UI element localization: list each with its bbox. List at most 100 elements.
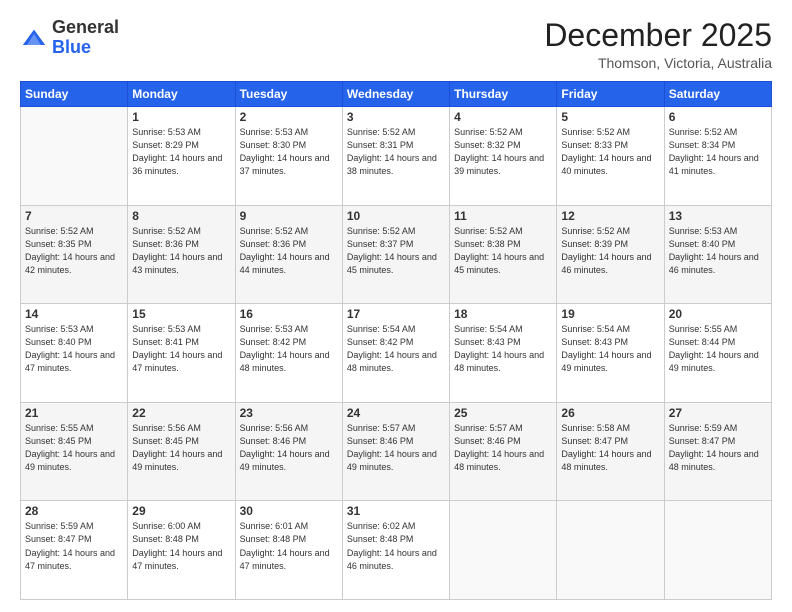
sunset-label: Sunset: 8:46 PM xyxy=(240,436,307,446)
sunset-label: Sunset: 8:31 PM xyxy=(347,140,414,150)
day-info: Sunrise: 6:00 AMSunset: 8:48 PMDaylight:… xyxy=(132,520,230,572)
week-row-3: 14Sunrise: 5:53 AMSunset: 8:40 PMDayligh… xyxy=(21,304,772,403)
sunrise-label: Sunrise: 5:52 AM xyxy=(347,226,416,236)
day-cell: 6 Sunrise: 5:52 AMSunset: 8:34 PMDaylight… xyxy=(664,107,771,206)
day-number: 26 xyxy=(561,406,659,420)
day-info: Sunrise: 5:54 AMSunset: 8:43 PMDaylight:… xyxy=(454,323,552,375)
title-block: December 2025 Thomson, Victoria, Austral… xyxy=(544,18,772,71)
logo-general-text: General xyxy=(52,17,119,37)
day-info: Sunrise: 5:52 AMSunset: 8:35 PMDaylight:… xyxy=(25,225,123,277)
day-number: 23 xyxy=(240,406,338,420)
daylight-label: Daylight: 14 hours and 45 minutes. xyxy=(347,252,437,275)
sunset-label: Sunset: 8:34 PM xyxy=(669,140,736,150)
day-cell: 25 Sunrise: 5:57 AM Sunset: 8:46 PM Dayligh… xyxy=(450,402,557,501)
day-cell: 18 Sunrise: 5:54 AMSunset: 8:43 PMDayligh… xyxy=(450,304,557,403)
day-number: 7 xyxy=(25,209,123,223)
daylight-label: Daylight: 14 hours and 49 minutes. xyxy=(132,449,222,472)
sunrise-label: Sunrise: 5:52 AM xyxy=(454,226,523,236)
sunrise-label: Sunrise: 5:52 AM xyxy=(132,226,201,236)
day-number: 6 xyxy=(669,110,767,124)
location: Thomson, Victoria, Australia xyxy=(544,55,772,71)
day-number: 16 xyxy=(240,307,338,321)
day-cell xyxy=(450,501,557,600)
daylight-label: Daylight: 14 hours and 48 minutes. xyxy=(347,350,437,373)
sunset-label: Sunset: 8:46 PM xyxy=(454,436,521,446)
sunrise-label: Sunrise: 5:54 AM xyxy=(561,324,630,334)
week-row-5: 28Sunrise: 5:59 AMSunset: 8:47 PMDayligh… xyxy=(21,501,772,600)
day-cell: 31Sunrise: 6:02 AMSunset: 8:48 PMDayligh… xyxy=(342,501,449,600)
day-info: Sunrise: 5:55 AMSunset: 8:45 PMDaylight:… xyxy=(25,422,123,474)
sunrise-label: Sunrise: 5:54 AM xyxy=(454,324,523,334)
day-number: 19 xyxy=(561,307,659,321)
day-number: 17 xyxy=(347,307,445,321)
sunset-label: Sunset: 8:36 PM xyxy=(132,239,199,249)
sunrise-label: Sunrise: 5:52 AM xyxy=(25,226,94,236)
weekday-saturday: Saturday xyxy=(664,82,771,107)
day-number: 3 xyxy=(347,110,445,124)
day-info: Sunrise: 5:52 AMSunset: 8:36 PMDaylight:… xyxy=(240,225,338,277)
logo-blue-text: Blue xyxy=(52,37,91,57)
sunset-label: Sunset: 8:38 PM xyxy=(454,239,521,249)
day-info: Sunrise: 5:54 AMSunset: 8:43 PMDaylight:… xyxy=(561,323,659,375)
daylight-label: Daylight: 14 hours and 48 minutes. xyxy=(454,449,544,472)
sunset-label: Sunset: 8:42 PM xyxy=(240,337,307,347)
week-row-4: 21Sunrise: 5:55 AMSunset: 8:45 PMDayligh… xyxy=(21,402,772,501)
day-cell: 22Sunrise: 5:56 AMSunset: 8:45 PMDayligh… xyxy=(128,402,235,501)
sunset-label: Sunset: 8:33 PM xyxy=(561,140,628,150)
day-number: 9 xyxy=(240,209,338,223)
day-info: Sunrise: 5:52 AMSunset: 8:33 PMDaylight:… xyxy=(561,126,659,178)
sunset-label: Sunset: 8:44 PM xyxy=(669,337,736,347)
day-number: 25 xyxy=(454,406,552,420)
day-cell: 19 Sunrise: 5:54 AMSunset: 8:43 PMDayligh… xyxy=(557,304,664,403)
day-number: 10 xyxy=(347,209,445,223)
sunrise-label: Sunrise: 6:02 AM xyxy=(347,521,416,531)
day-info: Sunrise: 5:52 AM Sunset: 8:37 PM Daylight:… xyxy=(347,225,445,277)
day-info: Sunrise: 5:52 AMSunset: 8:32 PMDaylight:… xyxy=(454,126,552,178)
sunset-label: Sunset: 8:41 PM xyxy=(132,337,199,347)
sunset-label: Sunset: 8:45 PM xyxy=(25,436,92,446)
sunset-label: Sunset: 8:40 PM xyxy=(25,337,92,347)
logo-icon xyxy=(20,24,48,52)
day-info: Sunrise: 5:52 AMSunset: 8:34 PMDaylight:… xyxy=(669,126,767,178)
day-number: 18 xyxy=(454,307,552,321)
sunset-label: Sunset: 8:37 PM xyxy=(347,239,414,249)
day-info: Sunrise: 6:01 AMSunset: 8:48 PMDaylight:… xyxy=(240,520,338,572)
day-cell: 16Sunrise: 5:53 AMSunset: 8:42 PMDayligh… xyxy=(235,304,342,403)
day-number: 28 xyxy=(25,504,123,518)
day-number: 30 xyxy=(240,504,338,518)
day-number: 13 xyxy=(669,209,767,223)
sunrise-label: Sunrise: 5:53 AM xyxy=(132,127,201,137)
sunset-label: Sunset: 8:48 PM xyxy=(347,534,414,544)
day-info: Sunrise: 5:53 AMSunset: 8:41 PMDaylight:… xyxy=(132,323,230,375)
day-info: Sunrise: 5:53 AMSunset: 8:40 PMDaylight:… xyxy=(669,225,767,277)
weekday-sunday: Sunday xyxy=(21,82,128,107)
day-cell: 24Sunrise: 5:57 AMSunset: 8:46 PMDayligh… xyxy=(342,402,449,501)
sunset-label: Sunset: 8:39 PM xyxy=(561,239,628,249)
sunrise-label: Sunrise: 5:56 AM xyxy=(240,423,309,433)
sunset-label: Sunset: 8:36 PM xyxy=(240,239,307,249)
day-info: Sunrise: 5:56 AMSunset: 8:45 PMDaylight:… xyxy=(132,422,230,474)
day-info: Sunrise: 5:57 AM Sunset: 8:46 PM Daylight:… xyxy=(454,422,552,474)
day-cell: 14Sunrise: 5:53 AMSunset: 8:40 PMDayligh… xyxy=(21,304,128,403)
daylight-label: Daylight: 14 hours and 47 minutes. xyxy=(25,350,115,373)
daylight-label: Daylight: 14 hours and 48 minutes. xyxy=(240,350,330,373)
day-cell: 8Sunrise: 5:52 AMSunset: 8:36 PMDaylight… xyxy=(128,205,235,304)
day-info: Sunrise: 5:53 AMSunset: 8:40 PMDaylight:… xyxy=(25,323,123,375)
sunrise-label: Sunrise: 5:57 AM xyxy=(454,423,523,433)
daylight-label: Daylight: 14 hours and 48 minutes. xyxy=(454,350,544,373)
daylight-label: Daylight: 14 hours and 40 minutes. xyxy=(561,153,651,176)
day-info: Sunrise: 5:58 AMSunset: 8:47 PMDaylight:… xyxy=(561,422,659,474)
day-cell: 27Sunrise: 5:59 AMSunset: 8:47 PMDayligh… xyxy=(664,402,771,501)
sunrise-label: Sunrise: 5:52 AM xyxy=(454,127,523,137)
sunset-label: Sunset: 8:47 PM xyxy=(561,436,628,446)
daylight-label: Daylight: 14 hours and 48 minutes. xyxy=(669,449,759,472)
daylight-label: Daylight: 14 hours and 49 minutes. xyxy=(561,350,651,373)
sunrise-label: Sunrise: 5:52 AM xyxy=(240,226,309,236)
sunset-label: Sunset: 8:30 PM xyxy=(240,140,307,150)
sunset-label: Sunset: 8:46 PM xyxy=(347,436,414,446)
day-number: 20 xyxy=(669,307,767,321)
daylight-label: Daylight: 14 hours and 41 minutes. xyxy=(669,153,759,176)
sunset-label: Sunset: 8:47 PM xyxy=(25,534,92,544)
day-number: 27 xyxy=(669,406,767,420)
daylight-label: Daylight: 14 hours and 37 minutes. xyxy=(240,153,330,176)
